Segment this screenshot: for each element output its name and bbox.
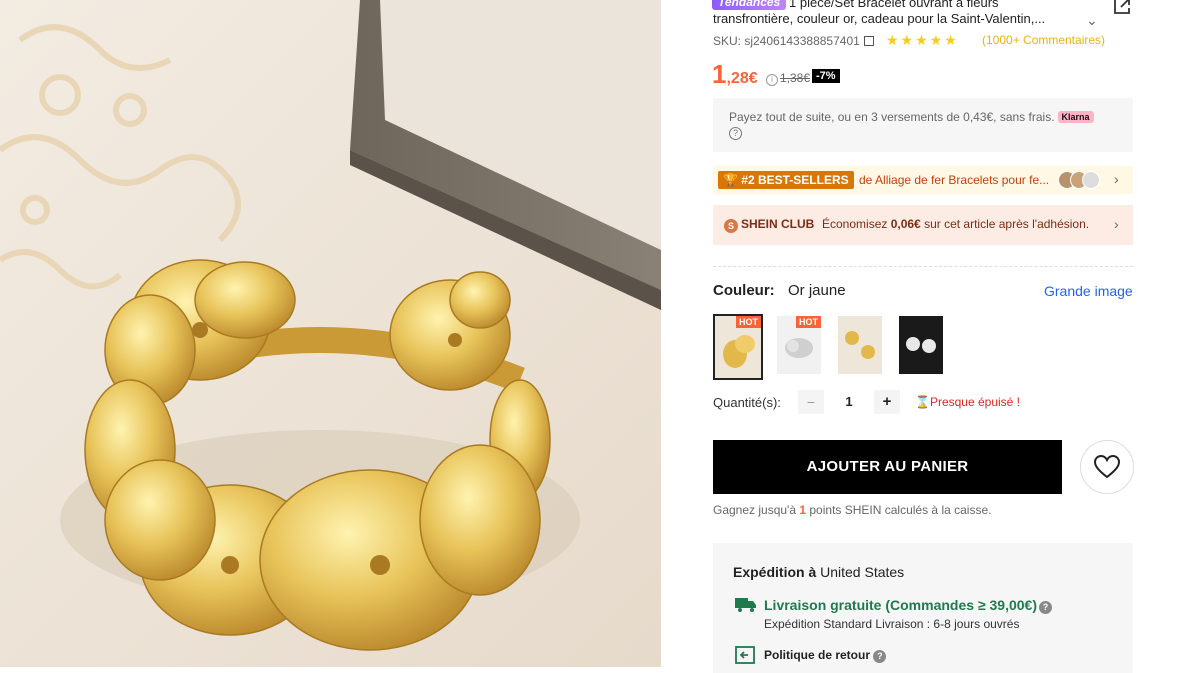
return-policy-text: Politique de retour xyxy=(764,648,871,662)
points-prefix: Gagnez jusqu'à xyxy=(713,503,800,517)
share-external-icon[interactable] xyxy=(1112,0,1132,21)
color-swatch[interactable] xyxy=(899,316,943,374)
shipping-help-icon[interactable]: ? xyxy=(1039,601,1052,614)
quantity-minus-button[interactable]: − xyxy=(798,390,824,414)
truck-icon xyxy=(735,596,757,617)
rating-stars: ★★★★★ xyxy=(886,32,959,48)
return-help-icon[interactable]: ? xyxy=(873,650,887,663)
current-price: 1,28€ xyxy=(712,59,758,90)
title-expand-chevron-icon[interactable]: ⌄ xyxy=(1086,12,1098,29)
color-swatch-selected[interactable]: HOT xyxy=(713,314,763,380)
trend-badge: Tendances xyxy=(712,0,787,10)
info-icon[interactable]: i xyxy=(766,74,778,86)
klarna-text-wrap: Payez tout de suite, ou en 3 versements … xyxy=(729,110,1094,140)
hourglass-icon: ⌛ xyxy=(915,395,930,409)
quantity-plus-button[interactable]: + xyxy=(874,390,900,414)
club-text-prefix: Économisez xyxy=(822,217,891,231)
return-policy-label[interactable]: Politique de retour ? xyxy=(764,648,887,663)
quantity-label: Quantité(s): xyxy=(713,395,781,410)
klarna-text: Payez tout de suite, ou en 3 versements … xyxy=(729,110,1055,124)
shipping-destination[interactable]: United States xyxy=(820,564,904,580)
sku-text: SKU: sj2406143388857401 xyxy=(713,34,874,48)
shein-club-logo: S SHEIN CLUB xyxy=(724,217,814,233)
product-title-line2: transfrontière, couleur or, cadeau pour … xyxy=(713,11,1046,26)
hot-badge: HOT xyxy=(796,316,821,328)
product-info-panel: Tendances 1 pièce/Set Bracelet ouvrant à… xyxy=(662,0,1189,673)
points-suffix: points SHEIN calculés à la caisse. xyxy=(806,503,992,517)
bestseller-banner[interactable]: 🏆 #2 BEST-SELLERS de Alliage de fer Brac… xyxy=(713,166,1133,194)
large-image-link[interactable]: Grande image xyxy=(1044,283,1133,299)
club-amount: 0,06€ xyxy=(890,217,921,231)
old-price: i 1,38€ xyxy=(766,71,810,86)
bestseller-text: de Alliage de fer Bracelets pour fe... xyxy=(859,173,1050,187)
shipping-title: Expédition à United States xyxy=(733,564,904,580)
standard-shipping-text: Expédition Standard Livraison : 6-8 jour… xyxy=(764,617,1020,631)
chevron-right-icon: › xyxy=(1114,171,1119,187)
shipping-title-prefix: Expédition à xyxy=(733,564,817,580)
color-label: Couleur: xyxy=(713,282,775,299)
add-to-cart-button[interactable]: AJOUTER AU PANIER xyxy=(713,440,1062,494)
sku-value: SKU: sj2406143388857401 xyxy=(713,34,860,48)
shein-club-banner[interactable]: S SHEIN CLUB Économisez 0,06€ sur cet art… xyxy=(713,205,1133,245)
bestseller-thumb xyxy=(1082,171,1100,189)
reviews-link[interactable]: (1000+ Commentaires) xyxy=(982,33,1105,47)
club-text-suffix: sur cet article après l'adhésion. xyxy=(920,217,1090,231)
product-main-image xyxy=(0,0,661,667)
stock-warning: ⌛Presque épuisé ! xyxy=(915,395,1020,409)
price-whole: 1 xyxy=(712,59,727,89)
klarna-box: Payez tout de suite, ou en 3 versements … xyxy=(713,98,1133,152)
club-icon: S xyxy=(724,219,738,233)
wishlist-button[interactable] xyxy=(1080,440,1134,494)
color-value: Or jaune xyxy=(788,282,846,299)
quantity-input[interactable]: 1 xyxy=(824,390,874,414)
points-text: Gagnez jusqu'à 1 points SHEIN calculés à… xyxy=(713,503,991,517)
old-price-value: 1,38€ xyxy=(780,71,811,85)
divider xyxy=(713,266,1133,267)
bestseller-tag-text: #2 BEST-SELLERS xyxy=(741,173,849,187)
klarna-badge: Klarna xyxy=(1057,111,1094,123)
stock-warning-text: Presque épuisé ! xyxy=(929,395,1021,409)
color-swatch[interactable] xyxy=(838,316,882,374)
copy-icon[interactable] xyxy=(863,36,874,46)
chevron-right-icon: › xyxy=(1114,216,1119,232)
help-icon[interactable]: ? xyxy=(729,127,742,140)
shein-club-logo-text: SHEIN CLUB xyxy=(741,217,815,231)
discount-badge: -7% xyxy=(812,69,840,83)
bestseller-thumbnails xyxy=(1058,171,1100,194)
quantity-stepper: − 1 + xyxy=(798,390,900,414)
bestseller-tag: 🏆 #2 BEST-SELLERS xyxy=(718,171,854,189)
club-text: Économisez 0,06€ sur cet article après l… xyxy=(822,217,1089,231)
free-shipping-text: Livraison gratuite (Commandes ≥ 39,00€) xyxy=(764,597,1037,613)
heart-icon xyxy=(1094,455,1120,479)
shipping-box: Expédition à United States Livraison gra… xyxy=(713,543,1133,673)
return-icon xyxy=(735,646,755,669)
color-swatch[interactable]: HOT xyxy=(777,316,821,374)
hot-badge: HOT xyxy=(736,316,761,328)
price-fraction: ,28€ xyxy=(726,70,758,87)
free-shipping-label: Livraison gratuite (Commandes ≥ 39,00€)? xyxy=(764,597,1052,614)
